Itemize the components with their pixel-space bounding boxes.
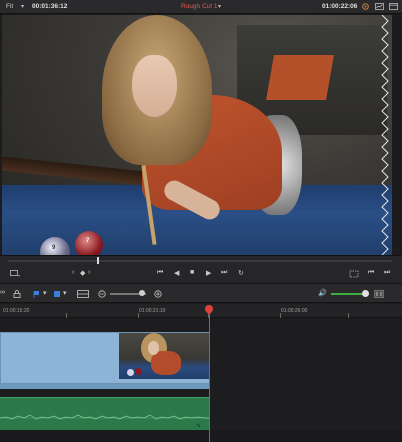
view-options-icon[interactable]: [10, 270, 20, 278]
marker-dot-icon[interactable]: ◆: [80, 269, 85, 277]
transport-bar: ‹ ◆ › ⏮ ◀ ■ ▶ ⏭ ↻ ⏮ ⏭: [0, 255, 402, 283]
jump-end-icon[interactable]: ⏭: [221, 269, 227, 277]
scope-icon[interactable]: [375, 3, 384, 10]
ruler-tick: [66, 313, 67, 318]
video-clip-footer: [0, 384, 210, 389]
reverse-play-icon[interactable]: ◀: [174, 269, 179, 277]
audio-waveform: [0, 414, 210, 420]
audio-volume-icon[interactable]: 🔊: [318, 289, 327, 297]
video-clip-thumbnail[interactable]: [119, 333, 209, 379]
ruler-timecode: 01:00:15:20: [3, 308, 30, 314]
chevron-down-icon[interactable]: ▾: [43, 289, 47, 297]
color-wheel-icon[interactable]: [361, 3, 370, 10]
audio-clip[interactable]: [0, 397, 210, 430]
ruler-tick: [138, 313, 139, 318]
volume-slider-thumb[interactable]: [362, 290, 369, 297]
video-viewer[interactable]: 9 7: [2, 15, 392, 255]
chevron-down-icon[interactable]: ▾: [63, 289, 67, 297]
loop-icon[interactable]: ↻: [238, 269, 244, 277]
zoom-slider-thumb[interactable]: [139, 290, 145, 296]
window-layout-icon[interactable]: [389, 3, 398, 10]
marker-icon[interactable]: [53, 290, 61, 298]
timeline-name[interactable]: Rough Cut 1: [181, 3, 218, 10]
timecode-ruler[interactable]: 01:00:15:20 01:00:21:10 01:00:26:00: [0, 304, 402, 318]
viewer-header: Fit ▾ 00:01:36:12 Rough Cut 1 ▾ 01:00:22…: [0, 0, 402, 14]
chevron-right-icon[interactable]: ›: [88, 269, 90, 276]
ruler-timecode: 01:00:21:10: [139, 308, 166, 314]
next-edit-icon[interactable]: ⏭: [384, 269, 390, 277]
scrub-playhead[interactable]: [97, 257, 99, 264]
offline-edge-marker: [381, 15, 389, 255]
stop-icon[interactable]: ■: [190, 269, 194, 276]
audio-fade-handle-icon[interactable]: ∿: [196, 422, 201, 429]
chevron-down-icon[interactable]: ▾: [218, 3, 221, 10]
match-frame-icon[interactable]: [349, 270, 359, 278]
background-box: [266, 55, 334, 100]
face: [132, 55, 177, 117]
timeline[interactable]: 01:00:15:20 01:00:21:10 01:00:26:00 ∿: [0, 303, 402, 442]
scrub-bar[interactable]: [8, 260, 392, 262]
lock-icon[interactable]: [13, 290, 21, 298]
source-timecode: 00:01:36:12: [32, 3, 68, 10]
timeline-bottom: [0, 430, 402, 442]
thumbnail-face: [148, 341, 159, 355]
zoom-out-icon[interactable]: [98, 290, 106, 298]
playhead-line[interactable]: [209, 312, 210, 442]
chevron-down-icon[interactable]: ▾: [21, 3, 24, 10]
chevron-left-icon[interactable]: ‹: [72, 269, 74, 276]
jump-start-icon[interactable]: ⏮: [157, 269, 163, 277]
timeline-view-icon[interactable]: [77, 290, 89, 298]
link-icon[interactable]: ∞: [0, 289, 5, 296]
flag-icon[interactable]: [33, 290, 41, 298]
play-icon[interactable]: ▶: [206, 269, 211, 277]
thumbnail-ball: [127, 369, 134, 376]
record-timecode: 01:00:22:06: [322, 3, 358, 10]
thumbnail-ball: [135, 368, 142, 375]
mixer-icon[interactable]: [374, 290, 384, 298]
ruler-tick: [280, 313, 281, 318]
ruler-timecode: 01:00:26:00: [281, 308, 308, 314]
timeline-toolbar: ∞ ▾ ▾ 🔊: [0, 283, 402, 303]
prev-edit-icon[interactable]: ⏮: [368, 269, 374, 277]
thumbnail-jacket: [151, 351, 181, 375]
fit-label[interactable]: Fit: [6, 3, 13, 10]
ruler-tick: [348, 313, 349, 318]
ball-seven-label: 7: [86, 238, 90, 244]
ball-nine-label: 9: [52, 245, 56, 251]
zoom-in-icon[interactable]: [154, 290, 162, 298]
